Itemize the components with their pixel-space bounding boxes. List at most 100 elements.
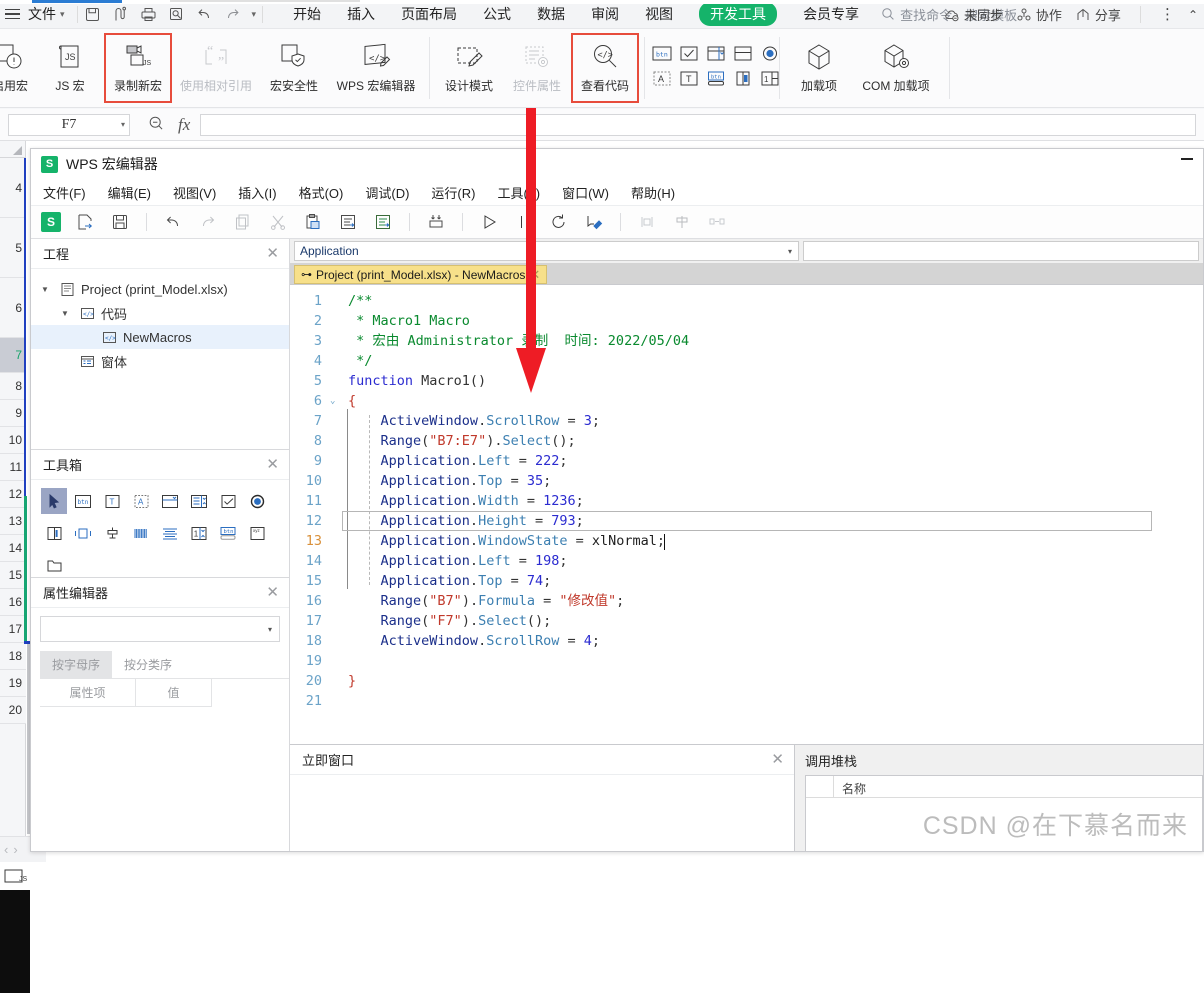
pin-icon[interactable]: ⊶ bbox=[301, 268, 312, 281]
ribbon-tab-6[interactable]: 视图 bbox=[645, 4, 673, 24]
properties-object-select[interactable]: ▾ bbox=[40, 616, 280, 642]
editor-menu-0[interactable]: 文件(F) bbox=[43, 183, 86, 202]
editor-menu-3[interactable]: 插入(I) bbox=[238, 183, 276, 202]
app-menu-icon[interactable] bbox=[2, 8, 22, 20]
cut-icon[interactable] bbox=[267, 211, 289, 233]
editor-menu-7[interactable]: 工具(T) bbox=[497, 183, 540, 202]
chevron-up-icon[interactable]: ⌃ bbox=[1188, 8, 1198, 22]
undo-icon[interactable] bbox=[162, 211, 184, 233]
code-line-2[interactable]: * Macro1 Macro bbox=[348, 311, 689, 331]
editor-menu-5[interactable]: 调试(D) bbox=[365, 183, 409, 202]
checkbox-control-icon[interactable] bbox=[677, 43, 701, 63]
fx-icon[interactable]: fx bbox=[178, 115, 190, 135]
ribbon-tab-2[interactable]: 页面布局 bbox=[401, 4, 457, 24]
code-tab[interactable]: ⊶ Project (print_Model.xlsx) - NewMacros… bbox=[294, 265, 548, 284]
close-icon[interactable]: ✕ bbox=[266, 457, 279, 472]
code-line-9[interactable]: Application.Left = 222; bbox=[348, 451, 689, 471]
close-icon[interactable]: ✕ bbox=[529, 267, 540, 283]
print-preview-icon[interactable] bbox=[168, 6, 185, 23]
chevron-down-icon[interactable]: ▾ bbox=[121, 120, 125, 129]
ribbon-tab-3[interactable]: 公式 bbox=[483, 4, 511, 24]
row-header-14[interactable]: 14 bbox=[0, 535, 26, 562]
row-header-4[interactable]: 4 bbox=[0, 158, 26, 218]
row-header-5[interactable]: 5 bbox=[0, 218, 26, 278]
code-line-21[interactable] bbox=[348, 691, 689, 711]
project-tree-node-2[interactable]: </> NewMacros bbox=[31, 325, 289, 349]
reset-icon[interactable] bbox=[548, 211, 570, 233]
code-line-15[interactable]: Application.Top = 74; bbox=[348, 571, 689, 591]
refedit-tool-icon[interactable]: 1 bbox=[186, 520, 212, 546]
code-line-5[interactable]: function Macro1() bbox=[348, 371, 689, 391]
row-header-20[interactable]: 20 bbox=[0, 697, 26, 724]
row-header-17[interactable]: 17 bbox=[0, 616, 26, 643]
file-menu-button[interactable]: 文件 ▾ bbox=[22, 4, 71, 24]
editor-menu-2[interactable]: 视图(V) bbox=[173, 183, 216, 202]
code-line-12[interactable]: Application.Height = 793; bbox=[348, 511, 689, 531]
customize-qat-icon[interactable]: ▾ bbox=[252, 9, 257, 20]
code-editor[interactable]: 1 2 3 4 5 6 7 8 9 10 11 12 13 14 15 16 17 18 19 20 21 ⌄ /** … bbox=[290, 284, 1203, 744]
pause-icon[interactable] bbox=[513, 211, 535, 233]
ribbon-tab-0[interactable]: 开始 bbox=[293, 4, 321, 24]
name-box[interactable]: F7 ▾ bbox=[8, 113, 130, 136]
ribbon-item-macro-security[interactable]: 宏安全性 bbox=[260, 33, 328, 103]
row-header-18[interactable]: 18 bbox=[0, 643, 26, 670]
listbox-control-icon[interactable] bbox=[731, 43, 755, 63]
close-icon[interactable]: ✕ bbox=[266, 246, 279, 261]
code-line-20[interactable]: } bbox=[348, 671, 689, 691]
code-line-13[interactable]: Application.WindowState = xlNormal; bbox=[348, 531, 689, 551]
save-as-icon[interactable] bbox=[112, 6, 129, 23]
minimize-icon[interactable] bbox=[1181, 158, 1193, 160]
editor-menu-4[interactable]: 格式(O) bbox=[299, 183, 344, 202]
row-header-6[interactable]: 6 bbox=[0, 278, 26, 338]
copy-icon[interactable] bbox=[232, 211, 254, 233]
row-header-9[interactable]: 9 bbox=[0, 400, 26, 427]
prev-sheet-icon[interactable]: ‹ bbox=[4, 842, 8, 857]
row-header-8[interactable]: 8 bbox=[0, 373, 26, 400]
more-vertical-icon[interactable]: ⋮ bbox=[1160, 7, 1175, 22]
code-text[interactable]: /** * Macro1 Macro * 宏由 Administrator 录制… bbox=[344, 291, 689, 711]
redo-icon[interactable] bbox=[224, 6, 241, 23]
inactive-document-tab[interactable] bbox=[170, 0, 360, 2]
share-button[interactable]: 分享 bbox=[1075, 5, 1121, 24]
code-line-16[interactable]: Range("B7").Formula = "修改值"; bbox=[348, 591, 689, 611]
paste-icon[interactable] bbox=[302, 211, 324, 233]
code-line-14[interactable]: Application.Left = 198; bbox=[348, 551, 689, 571]
collaborate-button[interactable]: 协作 bbox=[1016, 5, 1062, 24]
code-line-8[interactable]: Range("B7:E7").Select(); bbox=[348, 431, 689, 451]
ribbon-item-enable-macro[interactable]: 启用宏 bbox=[0, 33, 36, 103]
wps-logo-icon[interactable]: S bbox=[41, 212, 61, 232]
undo-icon[interactable] bbox=[196, 6, 213, 23]
code-line-6[interactable]: { bbox=[348, 391, 689, 411]
ribbon-tab-4[interactable]: 数据 bbox=[537, 4, 565, 24]
code-line-17[interactable]: Range("F7").Select(); bbox=[348, 611, 689, 631]
code-line-11[interactable]: Application.Width = 1236; bbox=[348, 491, 689, 511]
code-line-4[interactable]: */ bbox=[348, 351, 689, 371]
ribbon-item-design-mode[interactable]: 设计模式 bbox=[435, 33, 503, 103]
fold-toggle-icon[interactable]: ⌄ bbox=[330, 391, 344, 411]
redo-icon[interactable] bbox=[197, 211, 219, 233]
chevron-down-icon[interactable]: ▼ bbox=[41, 285, 53, 294]
project-tree-node-3[interactable]: 窗体 bbox=[31, 349, 289, 373]
combobox-control-icon[interactable] bbox=[704, 43, 728, 63]
code-line-1[interactable]: /** bbox=[348, 291, 689, 311]
label-control-icon[interactable]: A bbox=[650, 68, 674, 88]
row-header-13[interactable]: 13 bbox=[0, 508, 26, 535]
select-all-corner[interactable] bbox=[0, 141, 26, 158]
row-header-15[interactable]: 15 bbox=[0, 562, 26, 589]
code-line-18[interactable]: ActiveWindow.ScrollRow = 4; bbox=[348, 631, 689, 651]
code-line-3[interactable]: * 宏由 Administrator 录制 时间: 2022/05/04 bbox=[348, 331, 689, 351]
spinbutton-tool-icon[interactable] bbox=[99, 520, 125, 546]
row-header-12[interactable]: 12 bbox=[0, 481, 26, 508]
editor-menu-1[interactable]: 编辑(E) bbox=[108, 183, 151, 202]
project-tree-node-1[interactable]: ▼ </> 代码 bbox=[31, 301, 289, 325]
print-icon[interactable] bbox=[140, 6, 157, 23]
row-header-16[interactable]: 16 bbox=[0, 589, 26, 616]
code-line-7[interactable]: ActiveWindow.ScrollRow = 3; bbox=[348, 411, 689, 431]
run-icon[interactable] bbox=[478, 211, 500, 233]
export-icon[interactable] bbox=[74, 211, 96, 233]
frame-tool-icon[interactable] bbox=[41, 520, 67, 546]
ribbon-tab-1[interactable]: 插入 bbox=[347, 4, 375, 24]
togglebutton-tool-icon[interactable] bbox=[70, 520, 96, 546]
bookmark-icon[interactable] bbox=[425, 211, 447, 233]
checkbox-tool-icon[interactable] bbox=[215, 488, 241, 514]
